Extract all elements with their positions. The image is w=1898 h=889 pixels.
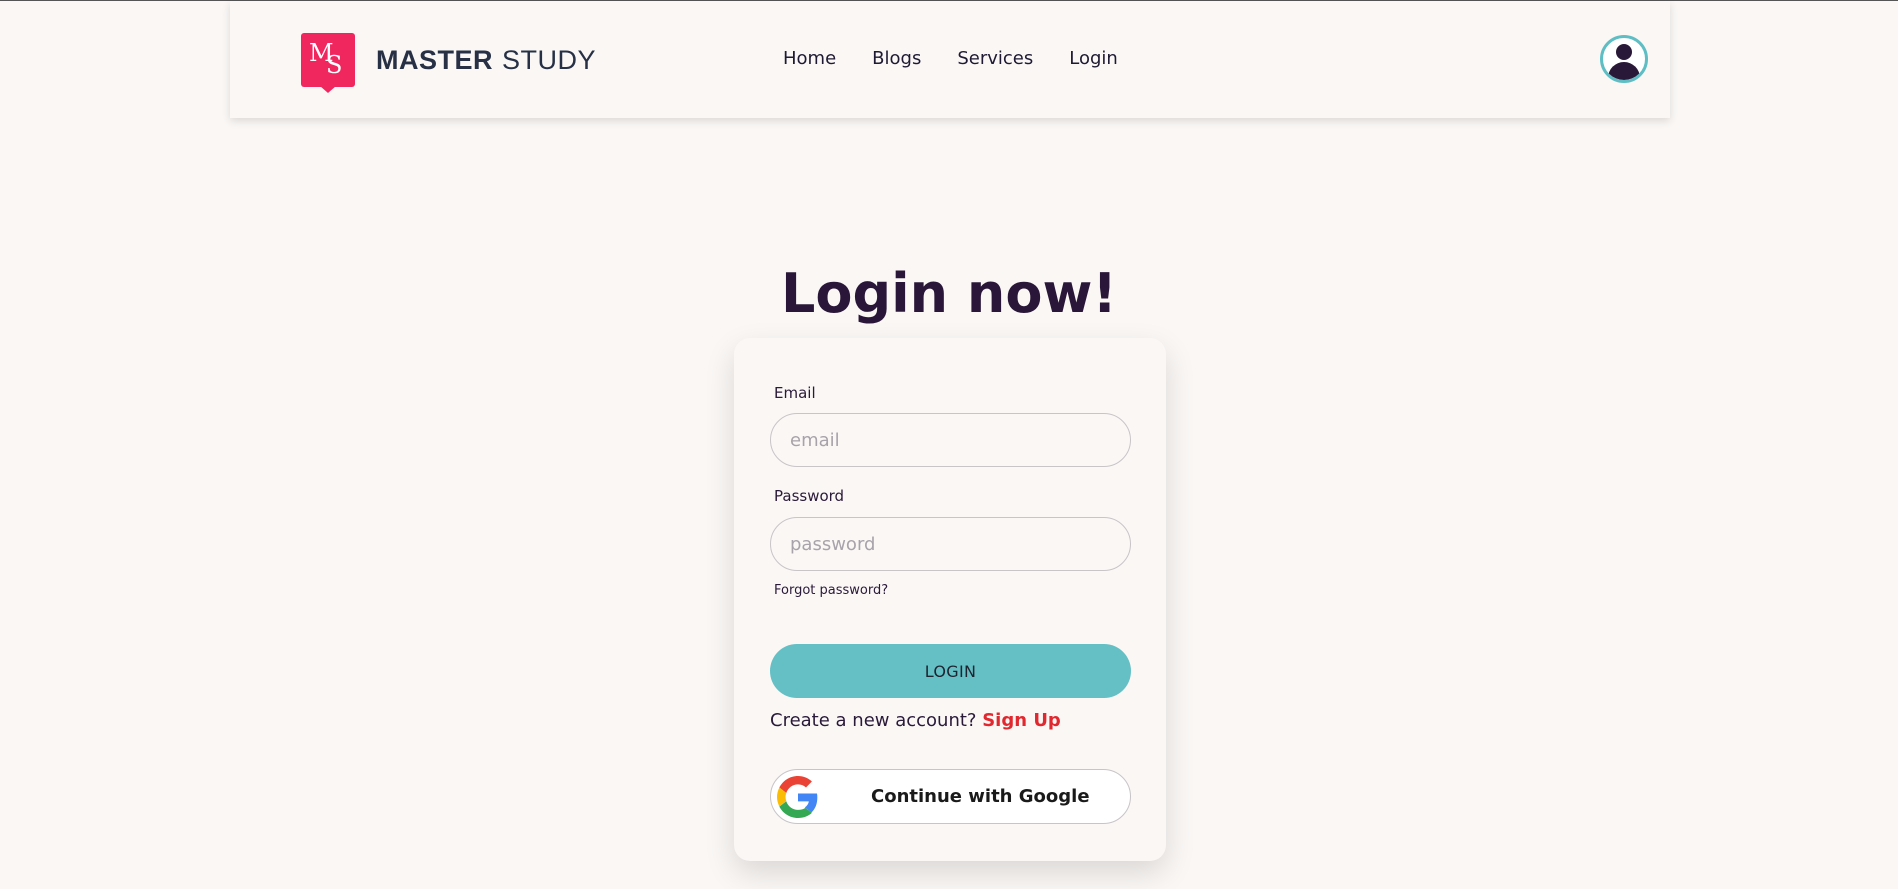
password-field[interactable] — [770, 517, 1131, 571]
email-field[interactable] — [770, 413, 1131, 467]
logo-badge-letter-s: S — [326, 51, 343, 79]
forgot-password-link[interactable]: Forgot password? — [774, 583, 888, 598]
user-avatar-icon[interactable] — [1600, 35, 1648, 83]
login-button[interactable]: LOGIN — [770, 644, 1131, 698]
avatar-head-shape — [1616, 44, 1632, 60]
avatar-body-shape — [1608, 62, 1640, 80]
nav-link-login[interactable]: Login — [1069, 48, 1118, 69]
email-label: Email — [774, 384, 816, 402]
site-logo[interactable]: M S MASTER STUDY — [301, 33, 596, 93]
logo-badge-icon: M S — [301, 33, 355, 93]
sign-up-link[interactable]: Sign Up — [982, 710, 1061, 731]
logo-text-bold: MASTER — [376, 44, 493, 75]
login-card: Email Password Forgot password? LOGIN Cr… — [734, 338, 1166, 861]
logo-text-light: STUDY — [502, 44, 597, 75]
google-icon — [777, 776, 818, 818]
password-label: Password — [774, 487, 845, 505]
navbar: M S MASTER STUDY Home Blogs Services Log… — [230, 1, 1670, 118]
create-account-row: Create a new account? Sign Up — [770, 710, 1061, 731]
google-button-label: Continue with Google — [871, 786, 1090, 807]
continue-with-google-button[interactable]: Continue with Google — [770, 769, 1131, 824]
nav-link-blogs[interactable]: Blogs — [872, 48, 921, 69]
nav-link-home[interactable]: Home — [783, 48, 836, 69]
page-title: Login now! — [781, 262, 1117, 325]
nav-link-services[interactable]: Services — [957, 48, 1033, 69]
create-account-text: Create a new account? — [770, 710, 977, 731]
main-nav: Home Blogs Services Login — [783, 48, 1154, 69]
logo-text: MASTER STUDY — [376, 45, 596, 76]
